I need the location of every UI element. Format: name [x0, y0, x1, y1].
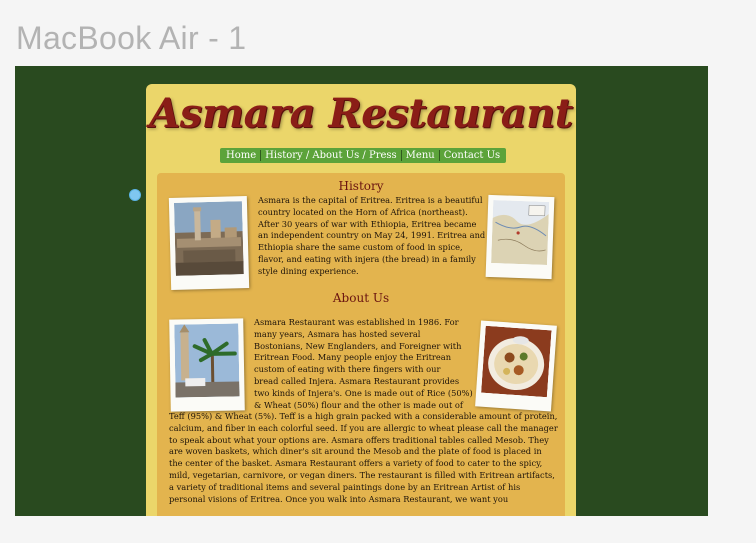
- content-panel: History Asmara is the capital of Eritrea…: [157, 173, 565, 516]
- street-scene-icon: [174, 323, 240, 398]
- city-skyline-icon: [173, 201, 244, 276]
- selection-handle[interactable]: [129, 189, 141, 201]
- main-nav: Home History / About Us / Press Menu Con…: [220, 148, 507, 163]
- nav-history-about-press[interactable]: History / About Us / Press: [261, 150, 401, 161]
- history-text: Asmara is the capital of Eritrea. Eritre…: [258, 195, 486, 276]
- restaurant-page: Asmara Restaurant Home History / About U…: [146, 84, 576, 516]
- city-photo: [168, 195, 250, 291]
- about-text-wide: Teff (95%) & Wheat (5%). Teff is a high …: [169, 411, 558, 504]
- map-image: [491, 200, 550, 265]
- artboard: Asmara Restaurant Home History / About U…: [15, 66, 708, 516]
- about-heading: About Us: [332, 291, 390, 305]
- history-heading: History: [338, 179, 384, 193]
- food-photo: [475, 320, 557, 412]
- map-photo: [485, 194, 555, 280]
- food-plate-icon: [481, 325, 552, 398]
- street-photo-image: [174, 323, 240, 398]
- street-photo: [169, 318, 245, 412]
- nav-menu[interactable]: Menu: [402, 150, 439, 161]
- nav-contact[interactable]: Contact Us: [440, 150, 504, 161]
- frame-label: MacBook Air - 1: [16, 20, 247, 56]
- food-photo-image: [481, 325, 552, 398]
- nav-home[interactable]: Home: [222, 150, 260, 161]
- city-photo-image: [173, 201, 244, 276]
- logo[interactable]: Asmara Restaurant: [146, 90, 576, 137]
- map-icon: [491, 200, 550, 265]
- about-text-narrow: Asmara Restaurant was established in 198…: [254, 317, 473, 410]
